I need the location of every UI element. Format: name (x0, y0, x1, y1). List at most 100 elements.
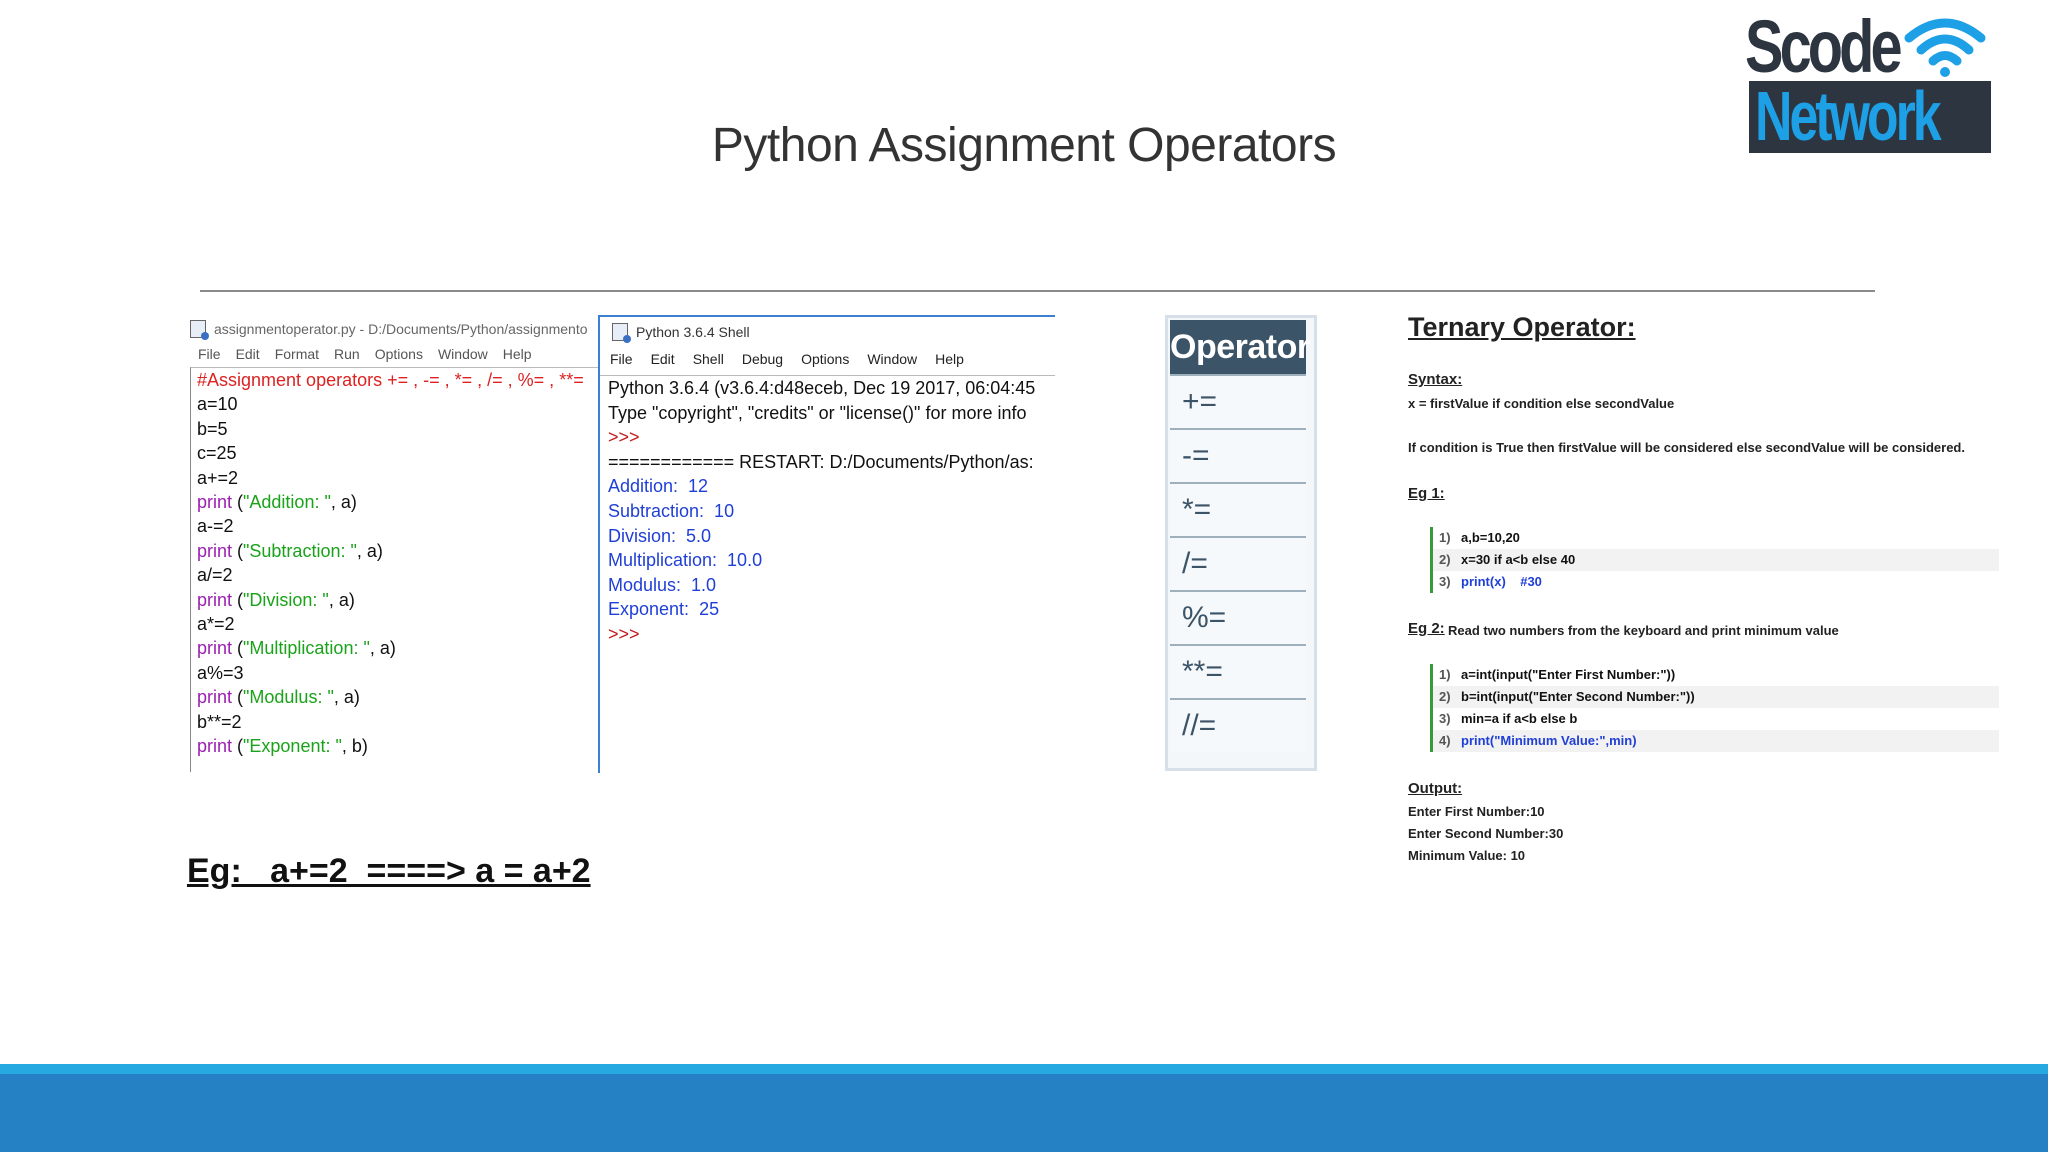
editor-menu-run[interactable]: Run (334, 346, 360, 362)
title-divider (200, 290, 1875, 292)
output-label: Output: (1408, 780, 1463, 797)
operator-table: Operator += -= *= /= %= **= //= (1165, 315, 1317, 771)
eg1-code-line: 1) a,b=10,20 (1439, 530, 1520, 545)
shell-result-line: Modulus: 1.0 (608, 574, 717, 595)
code-paren: ( (232, 687, 244, 708)
shell-result-line: Division: 5.0 (608, 525, 712, 546)
shell-titlebar: Python 3.6.4 Shell (600, 317, 1055, 347)
print-keyword: print (197, 736, 233, 757)
code-paren: ( (232, 736, 244, 757)
footer-bar (0, 1074, 2048, 1152)
shell-restart-line: ============ RESTART: D:/Documents/Pytho… (608, 451, 1034, 472)
code-args: , a) (333, 687, 360, 708)
print-keyword: print (197, 492, 233, 513)
code-args: , a) (328, 589, 355, 610)
code-paren: ( (232, 492, 244, 513)
shell-menubar: File Edit Shell Debug Options Window Hel… (600, 347, 1055, 371)
eg2-label: Eg 2: (1408, 620, 1445, 637)
code-string: "Modulus: " (243, 687, 334, 708)
shell-prompt: >>> (608, 623, 640, 644)
code-line: a%=3 (197, 662, 244, 683)
python-file-icon (190, 320, 209, 340)
eg2-code-line: 3) min=a if a<b else b (1439, 711, 1578, 726)
slide-title: Python Assignment Operators (711, 119, 1337, 172)
editor-menubar: File Edit Format Run Options Window Help (190, 343, 600, 365)
scode-network-logo: Scode Network (1745, 5, 1997, 154)
editor-menu-window[interactable]: Window (438, 346, 488, 362)
python-shell-window: Python 3.6.4 Shell File Edit Shell Debug… (598, 315, 1055, 773)
code-line: print ("Multiplication: ", a) (191, 636, 601, 660)
print-keyword: print (197, 687, 233, 708)
shell-menu-help[interactable]: Help (935, 351, 964, 367)
editor-menu-edit[interactable]: Edit (236, 346, 260, 362)
code-line: print ("Addition: ", a) (191, 490, 601, 514)
editor-menu-file[interactable]: File (198, 346, 221, 362)
eg1-code-line: 2) x=30 if a<b else 40 (1433, 549, 1999, 571)
print-keyword: print (197, 540, 233, 561)
code-line: a=10 (197, 394, 238, 415)
eg1-code-block: 1) a,b=10,20 2) x=30 if a<b else 40 3) prin… (1430, 527, 1999, 593)
shell-info-line: Type "copyright", "credits" or "license(… (608, 402, 1027, 423)
shell-menu-shell[interactable]: Shell (693, 351, 724, 367)
code-paren: ( (232, 589, 244, 610)
eg2-code-line: 2) b=int(input("Enter Second Number:")) (1433, 686, 1999, 708)
code-string: "Addition: " (243, 492, 331, 513)
editor-menu-format[interactable]: Format (275, 346, 319, 362)
code-line: a-=2 (197, 516, 234, 537)
python-shell-icon (612, 323, 631, 343)
logo-text-scode: Scode (1745, 5, 1903, 88)
print-keyword: print (197, 638, 233, 659)
shell-menu-options[interactable]: Options (801, 351, 849, 367)
code-args: , a) (330, 492, 357, 513)
eg1-code-line: 3) print(x) #30 (1439, 574, 1542, 589)
operator-cell: %= (1170, 590, 1306, 644)
code-string: "Multiplication: " (243, 638, 370, 659)
code-string: "Division: " (243, 589, 329, 610)
code-line: print ("Modulus: ", a) (191, 685, 601, 709)
shell-result-line: Subtraction: 10 (608, 500, 735, 521)
operator-cell: *= (1170, 482, 1306, 536)
code-line: print ("Division: ", a) (191, 588, 601, 612)
operator-cell: /= (1170, 536, 1306, 590)
shell-result-line: Addition: 12 (608, 476, 709, 497)
idle-editor-window: assignmentoperator.py - D:/Documents/Pyt… (190, 315, 601, 772)
shell-menu-file[interactable]: File (610, 351, 633, 367)
code-line: a/=2 (197, 565, 233, 586)
ternary-title: Ternary Operator: (1408, 312, 1636, 342)
editor-titlebar: assignmentoperator.py - D:/Documents/Pyt… (190, 315, 600, 343)
footer-accent-bar (0, 1064, 2048, 1074)
code-line: print ("Subtraction: ", a) (191, 539, 601, 563)
editor-menu-options[interactable]: Options (375, 346, 423, 362)
operator-table-header: Operator (1170, 320, 1310, 374)
wifi-icon (1904, 18, 1986, 77)
operator-cell: += (1170, 374, 1306, 428)
example-text: Eg: a+=2 ====> a = a+2 (187, 852, 591, 890)
code-comment: #Assignment operators += , -= , *= , /= … (197, 370, 584, 390)
editor-code-area[interactable]: #Assignment operators += , -= , *= , /= … (190, 367, 601, 772)
eg2-code-line: 1) a=int(input("Enter First Number:")) (1439, 667, 1676, 682)
shell-output-area[interactable]: Python 3.6.4 (v3.6.4:d48eceb, Dec 19 201… (600, 375, 1055, 773)
editor-menu-help[interactable]: Help (503, 346, 532, 362)
shell-result-line: Exponent: 25 (608, 599, 720, 620)
code-line: print ("Exponent: ", b) (191, 734, 601, 758)
operator-cell: **= (1170, 644, 1306, 698)
output-line: Enter First Number:10 (1408, 804, 1545, 819)
syntax-label: Syntax: (1408, 371, 1463, 388)
shell-menu-window[interactable]: Window (867, 351, 917, 367)
shell-title: Python 3.6.4 Shell (636, 324, 750, 340)
eg2-description: Read two numbers from the keyboard and p… (1448, 623, 1839, 638)
shell-result-line: Multiplication: 10.0 (608, 550, 763, 571)
syntax-text: x = firstValue if condition else secondV… (1408, 396, 1675, 411)
shell-prompt: >>> (608, 427, 640, 448)
operator-cell: -= (1170, 428, 1306, 482)
output-line: Enter Second Number:30 (1408, 826, 1564, 841)
code-string: "Exponent: " (243, 736, 342, 757)
shell-menu-edit[interactable]: Edit (651, 351, 675, 367)
code-args: , a) (369, 638, 396, 659)
editor-title: assignmentoperator.py - D:/Documents/Pyt… (214, 321, 588, 337)
eg2-code-line: 4) print("Minimum Value:",min) (1433, 730, 1999, 752)
shell-version-line: Python 3.6.4 (v3.6.4:d48eceb, Dec 19 201… (608, 378, 1036, 398)
code-args: , b) (341, 736, 368, 757)
shell-menu-debug[interactable]: Debug (742, 351, 783, 367)
code-line: a*=2 (197, 614, 235, 635)
